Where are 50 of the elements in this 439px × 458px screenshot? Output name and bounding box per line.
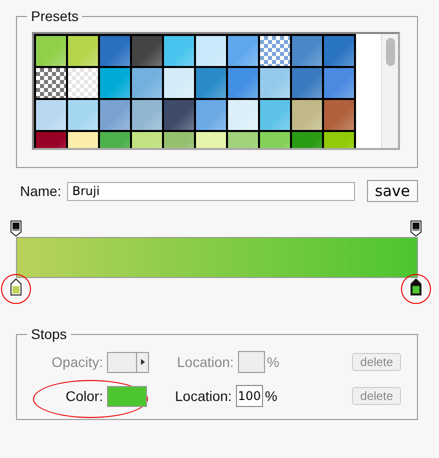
gradient-swatch[interactable] (196, 36, 226, 66)
gradient-swatch[interactable] (132, 36, 162, 66)
gradient-swatch[interactable] (132, 100, 162, 130)
gradient-swatch[interactable] (36, 68, 66, 98)
gradient-swatch[interactable] (132, 68, 162, 98)
gradient-swatch[interactable] (196, 100, 226, 130)
gradient-swatch[interactable] (36, 36, 66, 66)
gradient-swatch[interactable] (36, 100, 66, 130)
opacity-label: Opacity: (52, 354, 103, 370)
gradient-swatch[interactable] (164, 100, 194, 130)
gradient-swatch[interactable] (228, 100, 258, 130)
gradient-swatch[interactable] (68, 36, 98, 66)
gradient-swatch[interactable] (100, 68, 130, 98)
gradient-swatch[interactable] (260, 100, 290, 130)
stops-legend: Stops (27, 326, 71, 342)
scroll-thumb[interactable] (386, 38, 394, 66)
gradient-swatch[interactable] (324, 100, 354, 130)
opacity-stop-marker[interactable] (10, 220, 22, 237)
name-label: Name: (20, 183, 62, 199)
scrollbar[interactable] (381, 34, 398, 148)
gradient-swatch[interactable] (228, 36, 258, 66)
gradient-swatch[interactable] (324, 36, 354, 66)
location-field[interactable]: 100 (236, 385, 263, 407)
gradient-swatch[interactable] (292, 36, 322, 66)
gradient-swatch[interactable] (68, 68, 98, 98)
gradient-swatch[interactable] (292, 68, 322, 98)
name-field[interactable]: Bruji (67, 182, 355, 200)
gradient-swatch[interactable] (292, 100, 322, 130)
percent-label: % (264, 388, 278, 404)
percent-label: % (266, 354, 280, 370)
opacity-stop-marker[interactable] (410, 220, 422, 237)
color-stop-marker[interactable] (10, 278, 22, 296)
gradient-swatch[interactable] (100, 36, 130, 66)
presets-legend: Presets (27, 8, 82, 24)
gradient-swatch[interactable] (68, 100, 98, 130)
gradient-swatch[interactable] (100, 100, 130, 130)
color-well[interactable] (107, 386, 147, 406)
gradient-swatch[interactable] (164, 68, 194, 98)
color-label: Color: (66, 388, 103, 404)
caret-icon (140, 359, 144, 365)
location-label: Location: (175, 388, 233, 404)
gradient-swatch[interactable] (260, 68, 290, 98)
gradient-swatch[interactable] (324, 68, 354, 98)
gradient-swatch[interactable] (196, 68, 226, 98)
gradient-swatch[interactable] (228, 68, 258, 98)
gradient-swatch[interactable] (260, 36, 290, 66)
save-button[interactable]: save (366, 180, 418, 202)
gradient-swatch[interactable] (164, 36, 194, 66)
color-stop-marker[interactable] (410, 278, 422, 296)
location-label: Location: (177, 354, 235, 370)
